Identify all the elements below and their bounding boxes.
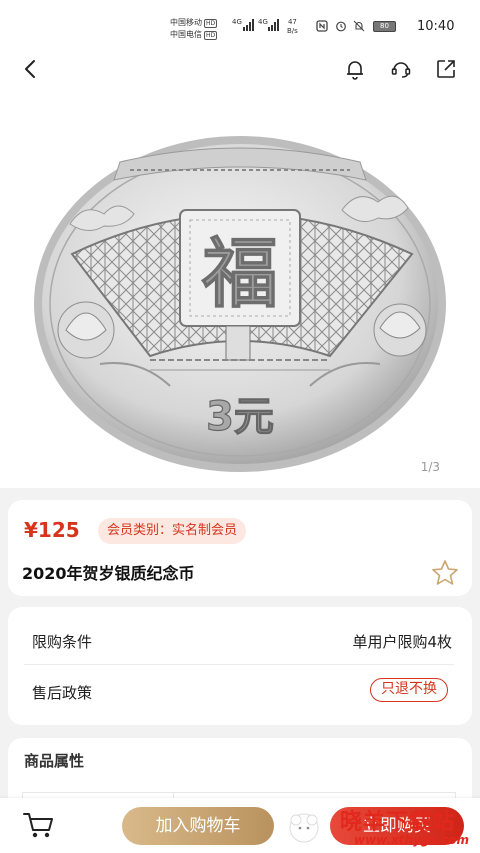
network-type: 4G [232,18,242,26]
cart-icon[interactable] [22,810,56,840]
price-card: ¥125 会员类别：实名制会员 2020年贺岁银质纪念币 [8,500,472,596]
purchase-limit-row: 限购条件 单用户限购4枚 [24,615,454,665]
speed-unit: B/s [287,27,298,35]
coin-character: 福 [201,229,278,318]
purchase-limit-value: 单用户限购4枚 [352,633,452,651]
carrier-info: 中国移动 HD 中国电信 HD [170,17,218,41]
sheep-mascot-icon [289,813,319,843]
purchase-limit-label: 限购条件 [32,633,93,651]
image-pager: 1/3 [420,460,440,474]
after-sale-row: 售后政策 只退不换 [24,666,454,716]
clock: 10:40 [417,19,455,34]
nfc-icon [316,20,328,32]
customer-service-button[interactable] [388,56,414,82]
signal-icon [268,19,279,31]
share-button[interactable] [433,56,459,82]
star-icon[interactable] [430,558,460,588]
price: ¥125 [24,518,80,542]
member-type-badge: 会员类别：实名制会员 [98,518,247,544]
purchase-policy-card: 限购条件 单用户限购4枚 售后政策 只退不换 [8,607,472,725]
headset-icon [391,62,411,78]
product-detail-page: 中国移动 HD 中国电信 HD 4G 4G 47 B/s 80 10:40 福 … [0,0,480,853]
attributes-title: 商品属性 [24,752,85,770]
hd-badge: HD [204,31,218,40]
bell-icon [347,61,363,80]
speed-value: 47 [287,18,297,26]
network-speed: 47 B/s [287,18,298,36]
add-to-cart-button[interactable]: 加入购物车 [122,807,274,845]
signal-icon [243,19,254,31]
buy-now-button[interactable]: 立即购买 [330,807,464,845]
alarm-icon [336,21,346,32]
share-icon [437,60,455,78]
after-sale-badge: 只退不换 [370,678,448,702]
carrier-2: 中国电信 [170,30,202,39]
bottom-action-bar: 加入购物车 立即购买 [0,798,480,853]
top-nav-bar [0,44,480,94]
mute-icon [353,20,365,32]
hd-badge: HD [204,19,218,28]
product-title: 2020年贺岁银质纪念币 [22,564,195,583]
battery-indicator: 80 [373,21,396,32]
status-bar: 中国移动 HD 中国电信 HD 4G 4G 47 B/s 80 10:40 [0,0,480,44]
network-type: 4G [258,18,268,26]
product-image-gallery[interactable]: 福 3元 1/3 [0,94,480,488]
coin-image: 福 3元 [34,136,446,472]
chevron-left-icon [25,60,35,78]
after-sale-label: 售后政策 [32,684,93,702]
back-button[interactable] [18,56,44,82]
coin-value: 3元 [206,394,274,440]
notification-button[interactable] [342,56,368,82]
carrier-1: 中国移动 [170,18,202,27]
